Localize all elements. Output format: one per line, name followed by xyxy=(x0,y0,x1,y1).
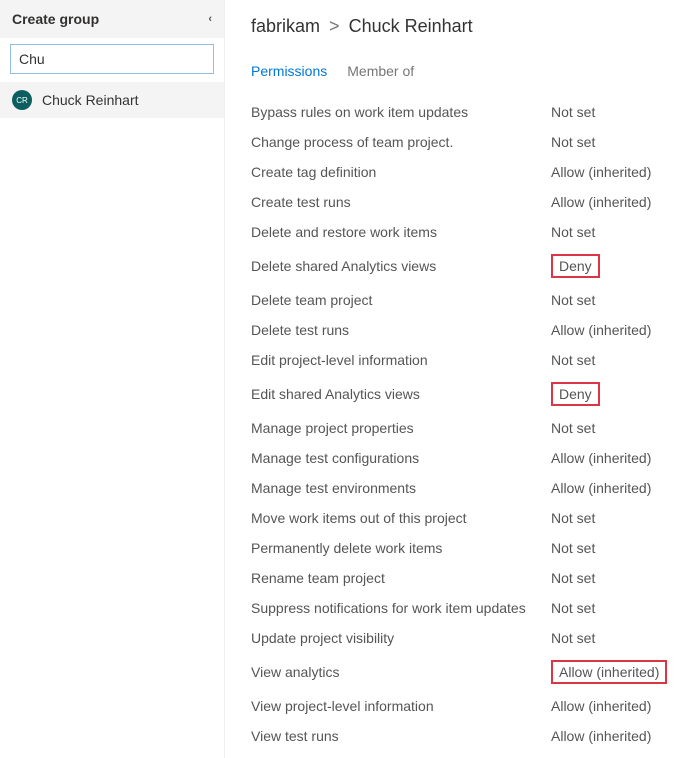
permission-row: Suppress notifications for work item upd… xyxy=(251,593,694,623)
permission-label: Edit shared Analytics views xyxy=(251,375,551,413)
permission-row: Create tag definitionAllow (inherited) xyxy=(251,157,694,187)
user-name: Chuck Reinhart xyxy=(42,92,139,108)
permission-row: Change process of team project.Not set xyxy=(251,127,694,157)
permission-label: Create test runs xyxy=(251,187,551,217)
permission-value[interactable]: Deny xyxy=(551,375,694,413)
permission-label: Permanently delete work items xyxy=(251,533,551,563)
permission-row: Permanently delete work itemsNot set xyxy=(251,533,694,563)
permission-label: View project-level information xyxy=(251,691,551,721)
permission-value[interactable]: Not set xyxy=(551,503,694,533)
highlight-box: Allow (inherited) xyxy=(551,660,667,684)
permission-row: Create test runsAllow (inherited) xyxy=(251,187,694,217)
user-item[interactable]: CR Chuck Reinhart xyxy=(0,82,224,118)
highlight-box: Deny xyxy=(551,254,600,278)
permission-label: Delete and restore work items xyxy=(251,217,551,247)
permission-row: Update project visibilityNot set xyxy=(251,623,694,653)
user-list: CR Chuck Reinhart xyxy=(0,82,224,118)
permission-row: Move work items out of this projectNot s… xyxy=(251,503,694,533)
permission-row: Edit shared Analytics viewsDeny xyxy=(251,375,694,413)
permission-value[interactable]: Allow (inherited) xyxy=(551,315,694,345)
permission-label: Manage project properties xyxy=(251,413,551,443)
create-group-header[interactable]: Create group ‹ xyxy=(0,0,224,38)
permission-label: Move work items out of this project xyxy=(251,503,551,533)
breadcrumb: fabrikam > Chuck Reinhart xyxy=(251,16,694,37)
permission-label: Bypass rules on work item updates xyxy=(251,97,551,127)
permission-label: Edit project-level information xyxy=(251,345,551,375)
breadcrumb-parent[interactable]: fabrikam xyxy=(251,16,320,36)
permission-label: Create tag definition xyxy=(251,157,551,187)
permission-label: Suppress notifications for work item upd… xyxy=(251,593,551,623)
search-box[interactable] xyxy=(10,44,214,74)
permission-row: View project-level informationAllow (inh… xyxy=(251,691,694,721)
avatar: CR xyxy=(12,90,32,110)
permission-value[interactable]: Not set xyxy=(551,593,694,623)
permission-row: Bypass rules on work item updatesNot set xyxy=(251,97,694,127)
breadcrumb-separator-icon: > xyxy=(329,16,340,36)
permission-value[interactable]: Allow (inherited) xyxy=(551,443,694,473)
permission-row: Edit project-level informationNot set xyxy=(251,345,694,375)
permission-label: View test runs xyxy=(251,721,551,751)
permission-value[interactable]: Allow (inherited) xyxy=(551,721,694,751)
permission-value[interactable]: Not set xyxy=(551,285,694,315)
search-input[interactable] xyxy=(19,51,205,67)
permission-label: Manage test configurations xyxy=(251,443,551,473)
breadcrumb-current: Chuck Reinhart xyxy=(349,16,473,36)
permission-value[interactable]: Not set xyxy=(551,127,694,157)
permission-label: Rename team project xyxy=(251,563,551,593)
permission-row: Manage test configurationsAllow (inherit… xyxy=(251,443,694,473)
permission-value[interactable]: Allow (inherited) xyxy=(551,157,694,187)
permission-value[interactable]: Not set xyxy=(551,533,694,563)
permission-row: Delete test runsAllow (inherited) xyxy=(251,315,694,345)
permission-value[interactable]: Allow (inherited) xyxy=(551,473,694,503)
permission-row: Delete shared Analytics viewsDeny xyxy=(251,247,694,285)
permission-label: Delete test runs xyxy=(251,315,551,345)
permission-value[interactable]: Not set xyxy=(551,345,694,375)
permission-row: View test runsAllow (inherited) xyxy=(251,721,694,751)
permission-value[interactable]: Not set xyxy=(551,97,694,127)
highlight-box: Deny xyxy=(551,382,600,406)
permission-label: Manage test environments xyxy=(251,473,551,503)
tab-permissions[interactable]: Permissions xyxy=(251,63,327,83)
left-panel: Create group ‹ CR Chuck Reinhart xyxy=(0,0,225,758)
permission-value[interactable]: Deny xyxy=(551,247,694,285)
permission-label: Update project visibility xyxy=(251,623,551,653)
permission-label: Change process of team project. xyxy=(251,127,551,157)
permission-value[interactable]: Not set xyxy=(551,563,694,593)
permission-row: Manage project propertiesNot set xyxy=(251,413,694,443)
create-group-label: Create group xyxy=(12,11,99,27)
permission-row: Rename team projectNot set xyxy=(251,563,694,593)
permission-value[interactable]: Not set xyxy=(551,623,694,653)
permission-label: Delete team project xyxy=(251,285,551,315)
permission-value[interactable]: Allow (inherited) xyxy=(551,691,694,721)
tabs: Permissions Member of xyxy=(251,63,694,83)
permission-label: View analytics xyxy=(251,653,551,691)
tab-memberof[interactable]: Member of xyxy=(347,63,414,83)
permission-value[interactable]: Not set xyxy=(551,217,694,247)
permission-value[interactable]: Allow (inherited) xyxy=(551,653,694,691)
permission-row: Delete team projectNot set xyxy=(251,285,694,315)
permission-label: Delete shared Analytics views xyxy=(251,247,551,285)
permission-row: Manage test environmentsAllow (inherited… xyxy=(251,473,694,503)
permissions-table: Bypass rules on work item updatesNot set… xyxy=(251,97,694,751)
permission-value[interactable]: Not set xyxy=(551,413,694,443)
permission-value[interactable]: Allow (inherited) xyxy=(551,187,694,217)
permission-row: Delete and restore work itemsNot set xyxy=(251,217,694,247)
collapse-caret-icon[interactable]: ‹ xyxy=(208,13,212,25)
permission-row: View analyticsAllow (inherited) xyxy=(251,653,694,691)
right-panel: fabrikam > Chuck Reinhart Permissions Me… xyxy=(225,0,700,758)
